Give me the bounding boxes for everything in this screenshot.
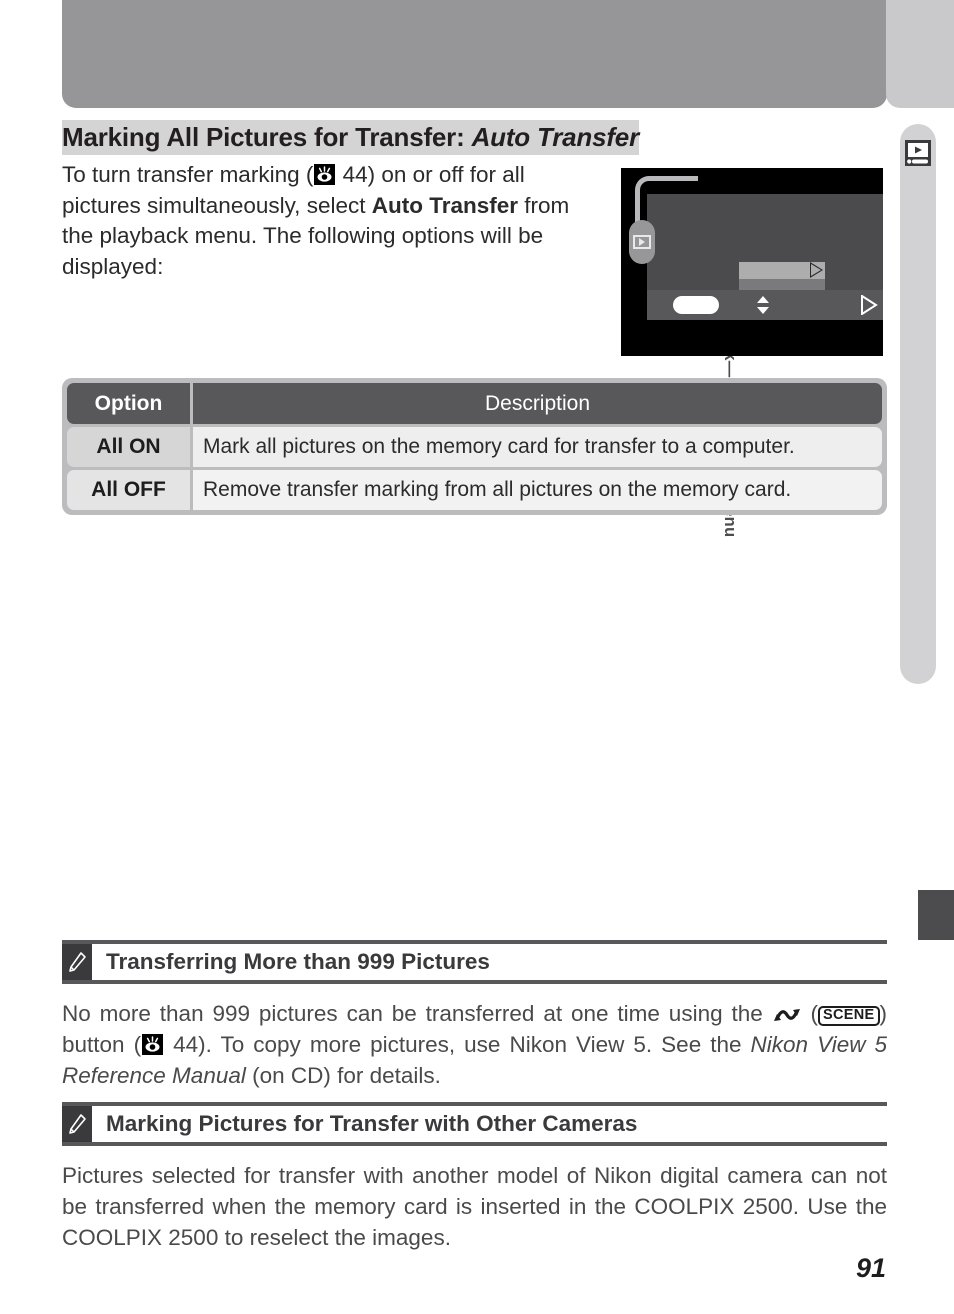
playback-button-oval[interactable] bbox=[629, 220, 655, 264]
options-table: Option Description All ON Mark all pictu… bbox=[62, 378, 887, 515]
note-heading: Transferring More than 999 Pictures bbox=[62, 940, 887, 984]
table-row: All OFF Remove transfer marking from all… bbox=[67, 470, 882, 510]
intro-paragraph: To turn transfer marking ( 44) on or off… bbox=[62, 160, 602, 282]
page-title-main: Marking All Pictures for Transfer: bbox=[62, 122, 472, 152]
playback-icon bbox=[633, 235, 651, 249]
page-reference-icon bbox=[314, 164, 336, 185]
note-title: Transferring More than 999 Pictures bbox=[106, 949, 490, 974]
lcd-white-button bbox=[673, 296, 719, 314]
cell-description: Mark all pictures on the memory card for… bbox=[193, 427, 882, 467]
note-transferring-999: Transferring More than 999 Pictures No m… bbox=[62, 940, 887, 1091]
pencil-icon bbox=[62, 1106, 92, 1142]
note-body: Pictures selected for transfer with anot… bbox=[62, 1163, 887, 1250]
page-number: 91 bbox=[855, 1253, 886, 1283]
pencil-icon bbox=[62, 944, 92, 980]
page-title-italic: Auto Transfer bbox=[471, 122, 640, 152]
up-down-arrows-icon bbox=[755, 295, 771, 315]
note-title: Marking Pictures for Transfer with Other… bbox=[106, 1111, 638, 1136]
note-text-5: (on CD) for details. bbox=[245, 1063, 441, 1088]
page-reference-icon bbox=[142, 1034, 164, 1055]
table-row: All ON Mark all pictures on the memory c… bbox=[67, 427, 882, 467]
scene-button-glyph: SCENE bbox=[818, 1006, 880, 1026]
note-text-2: ( bbox=[801, 1001, 819, 1026]
transfer-arrow-icon bbox=[772, 1002, 802, 1022]
note-text-4: 44). To copy more pictures, use Nikon Vi… bbox=[164, 1032, 751, 1057]
playback-mode-icon bbox=[905, 140, 931, 166]
table-header-row: Option Description bbox=[67, 383, 882, 424]
lcd-bottom-bar bbox=[647, 290, 883, 320]
note-heading: Marking Pictures for Transfer with Other… bbox=[62, 1102, 887, 1146]
cell-option: All ON bbox=[67, 427, 190, 467]
side-thumb-tab bbox=[886, 0, 954, 108]
cell-description: Remove transfer marking from all picture… bbox=[193, 470, 882, 510]
right-caret-icon bbox=[810, 262, 823, 278]
right-arrow-icon bbox=[859, 294, 879, 316]
intro-text-1: To turn transfer marking ( bbox=[62, 162, 314, 187]
section-header-band bbox=[62, 0, 887, 108]
page-title: Marking All Pictures for Transfer: Auto … bbox=[62, 120, 640, 155]
page-index-marker bbox=[918, 890, 954, 940]
header-option: Option bbox=[67, 383, 190, 424]
intro-bold-term: Auto Transfer bbox=[371, 192, 518, 218]
header-description: Description bbox=[193, 383, 882, 424]
note-body: No more than 999 pictures can be transfe… bbox=[62, 998, 887, 1091]
menu-row-selected[interactable] bbox=[739, 262, 825, 279]
camera-lcd-illustration bbox=[621, 168, 883, 356]
note-other-cameras: Marking Pictures for Transfer with Other… bbox=[62, 1102, 887, 1253]
note-text-1: No more than 999 pictures can be transfe… bbox=[62, 1001, 772, 1026]
chapter-side-rail: Playing Pictures Back—The Playback Menu bbox=[721, 124, 936, 684]
cell-option: All OFF bbox=[67, 470, 190, 510]
